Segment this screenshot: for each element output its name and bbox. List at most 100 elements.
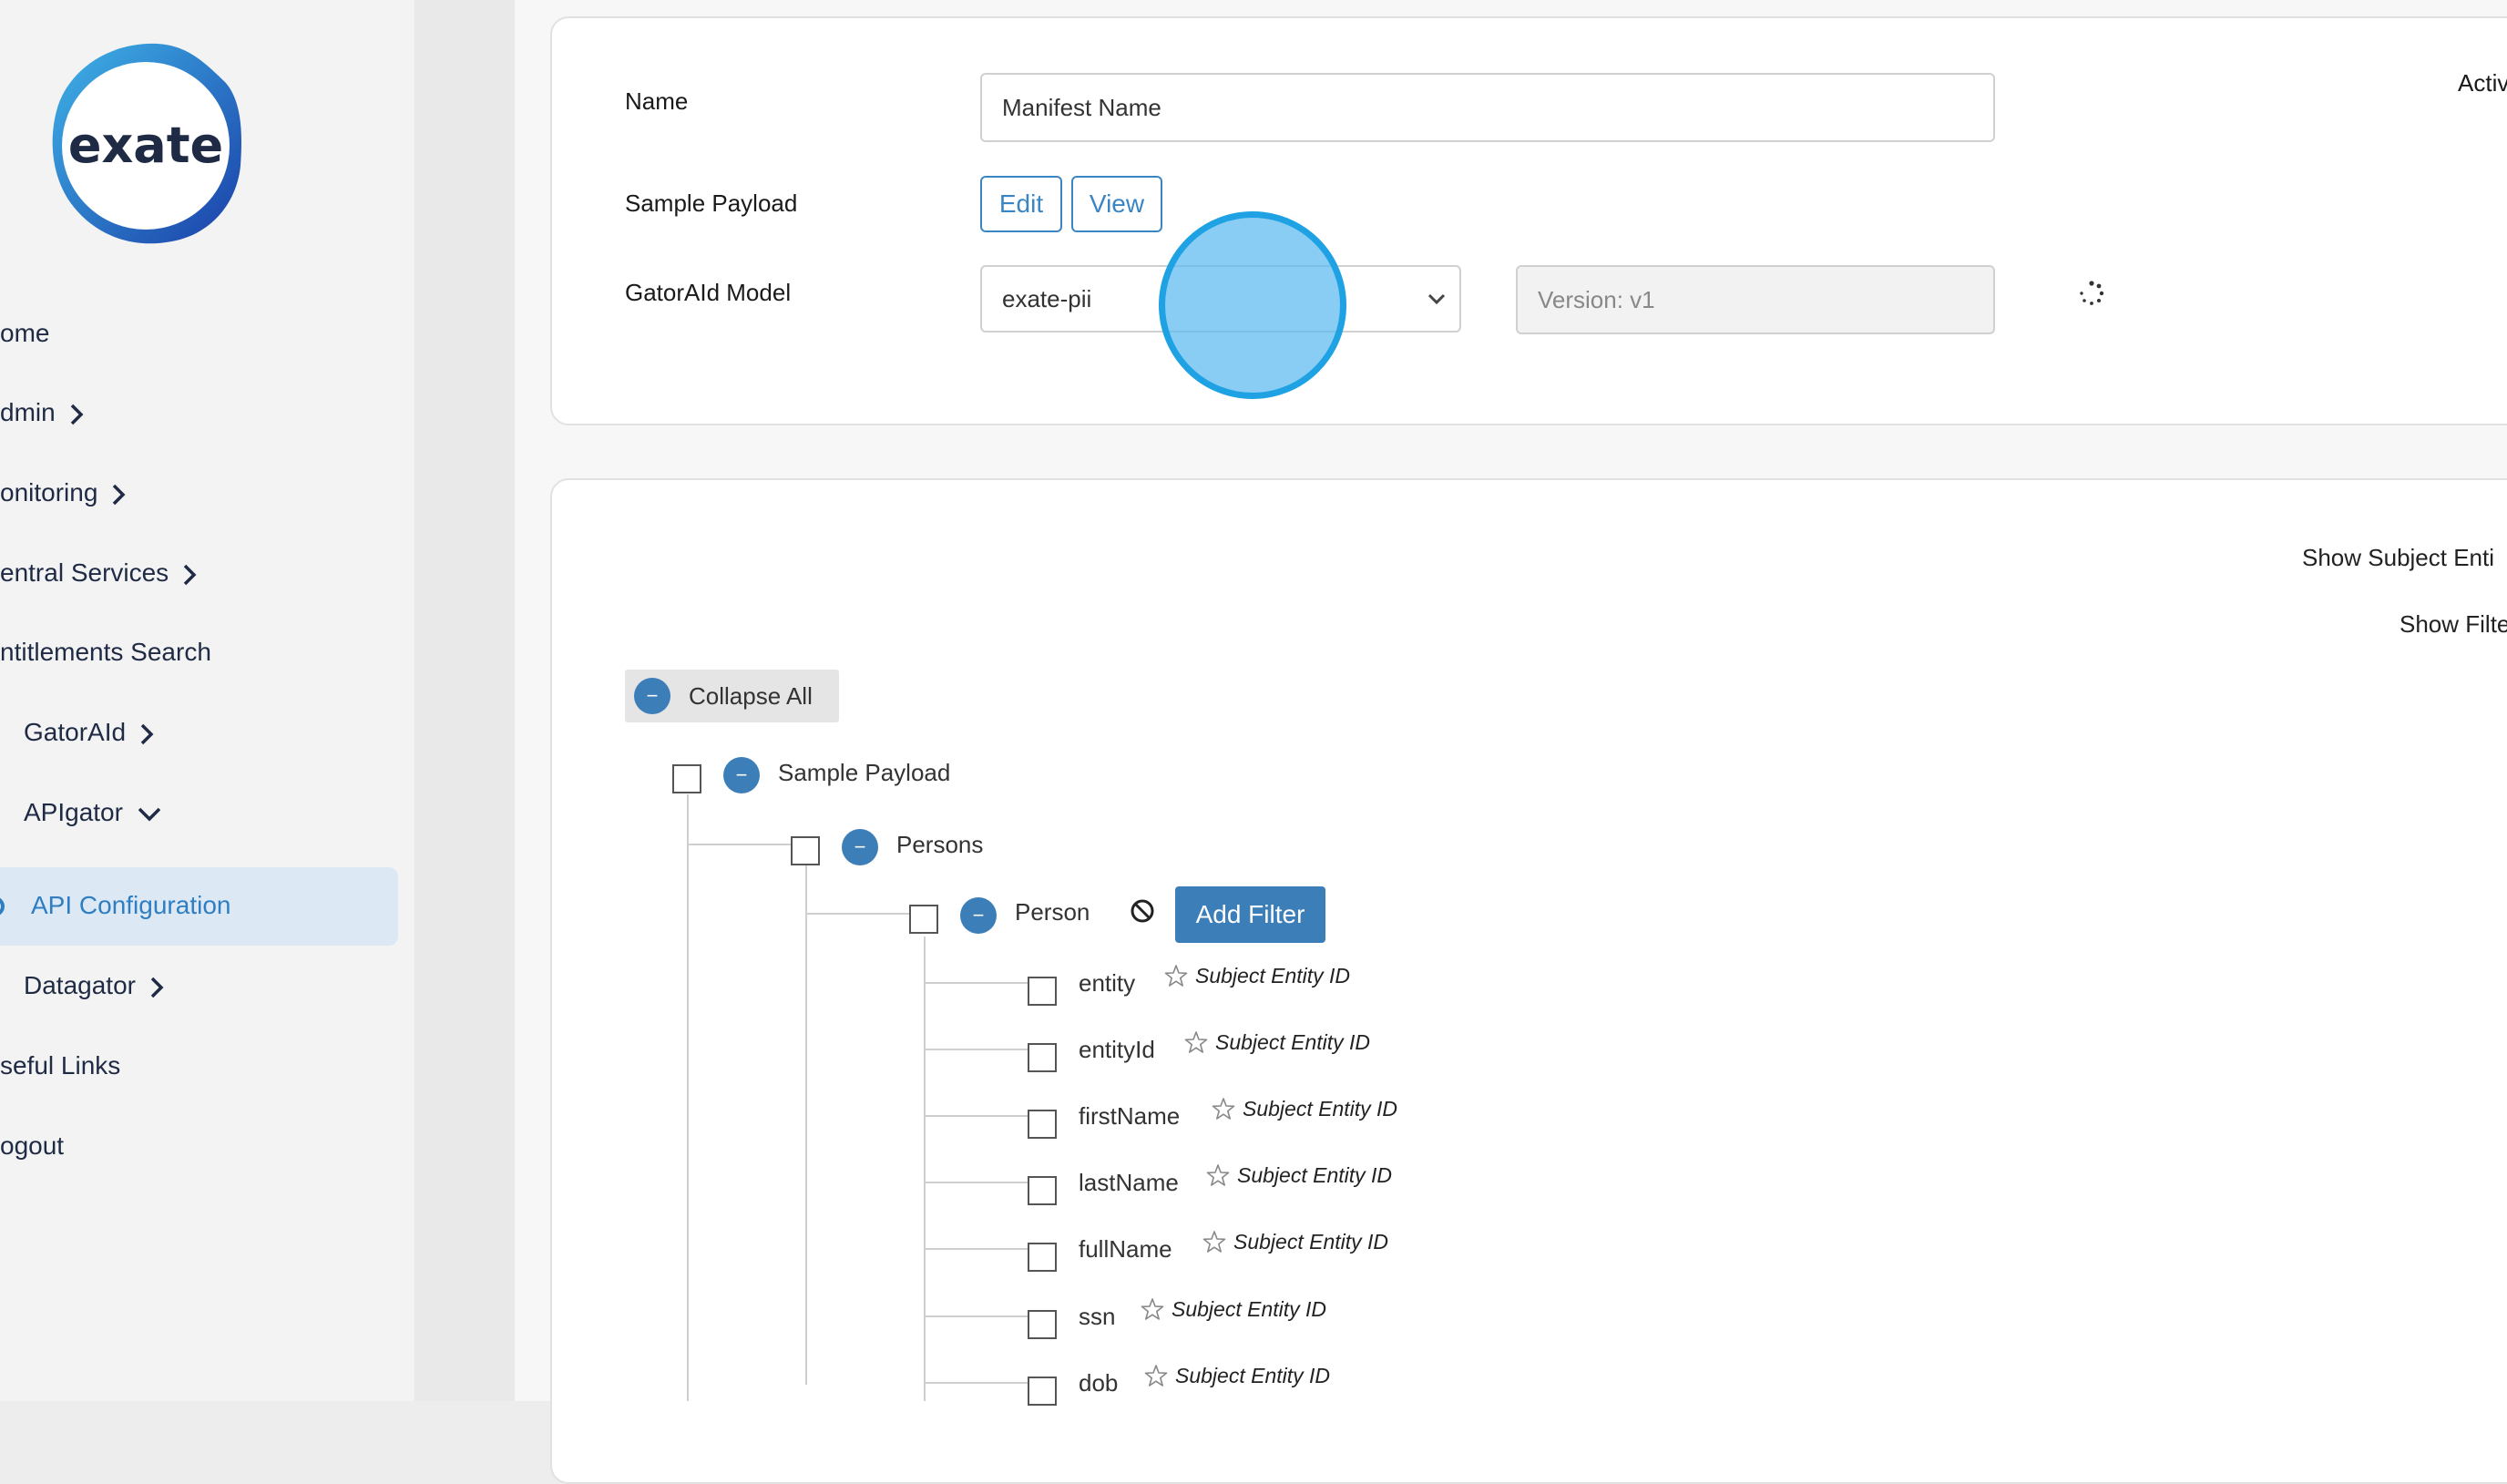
field-checkbox[interactable] xyxy=(1028,1310,1057,1339)
tree-node-field: lastName xyxy=(1079,1169,1179,1196)
field-checkbox[interactable] xyxy=(1028,1043,1057,1072)
chevron-right-icon xyxy=(183,564,197,585)
chevron-right-icon xyxy=(113,484,126,505)
chevron-right-icon xyxy=(150,977,164,998)
chevron-right-icon xyxy=(140,723,154,744)
subject-entity-id-tag: Subject Entity ID xyxy=(1233,1230,1389,1254)
sidebar-item-entitlements-search[interactable]: ntitlements Search xyxy=(0,638,211,667)
field-checkbox[interactable] xyxy=(1028,1110,1057,1139)
tree-node-field: entityId xyxy=(1079,1036,1155,1063)
star-icon[interactable] xyxy=(1164,964,1188,988)
field-checkbox[interactable] xyxy=(1028,1243,1057,1272)
tree-node-person: Person xyxy=(1015,898,1090,926)
tree-connector xyxy=(924,982,1028,984)
sidebar: exate ome dmin onitoring entral Services… xyxy=(0,0,414,1401)
manifest-name-value: Manifest Name xyxy=(1002,93,1161,121)
chevron-right-icon xyxy=(70,404,84,425)
subject-entity-id-tag: Subject Entity ID xyxy=(1237,1163,1393,1187)
block-icon[interactable] xyxy=(1130,898,1155,924)
add-filter-button[interactable]: Add Filter xyxy=(1175,886,1325,943)
tree-connector xyxy=(924,936,926,1401)
tree-connector xyxy=(805,865,807,1385)
sidebar-item-useful-links[interactable]: seful Links xyxy=(0,1051,120,1080)
sidebar-gutter xyxy=(414,0,515,1401)
manifest-name-input[interactable]: Manifest Name xyxy=(980,73,1995,142)
svg-text:exate: exate xyxy=(68,117,223,174)
sidebar-item-admin[interactable]: dmin xyxy=(0,398,85,427)
subject-entity-id-tag: Subject Entity ID xyxy=(1215,1030,1371,1054)
sidebar-item-label: ome xyxy=(0,319,50,347)
tree-connector xyxy=(924,1248,1028,1250)
sample-payload-label: Sample Payload xyxy=(625,189,798,217)
subject-entity-id-tag: Subject Entity ID xyxy=(1172,1297,1327,1321)
tree-node-field: entity xyxy=(1079,969,1136,997)
show-filter-toggle[interactable]: Show Filte xyxy=(2400,610,2507,639)
tree-connector xyxy=(805,913,909,915)
star-icon[interactable] xyxy=(1202,1230,1226,1254)
tree-connector xyxy=(687,844,791,845)
chevron-down-icon xyxy=(138,807,161,822)
loading-spinner-icon xyxy=(2080,281,2104,305)
sidebar-item-label: dmin xyxy=(0,398,56,426)
sidebar-item-home[interactable]: ome xyxy=(0,319,49,348)
star-icon[interactable] xyxy=(1206,1163,1230,1187)
collapse-persons-button[interactable]: − xyxy=(842,829,878,865)
sidebar-item-label: APIgator xyxy=(24,798,123,826)
version-placeholder: Version: v1 xyxy=(1538,285,1655,313)
subject-entity-id-tag: Subject Entity ID xyxy=(1243,1097,1398,1121)
collapse-person-button[interactable]: − xyxy=(960,897,997,934)
subject-entity-id-tag: Subject Entity ID xyxy=(1175,1364,1331,1387)
show-subject-entity-toggle[interactable]: Show Subject Enti xyxy=(2302,544,2494,572)
field-checkbox[interactable] xyxy=(1028,1176,1057,1205)
subject-entity-id-tag: Subject Entity ID xyxy=(1195,964,1351,988)
sidebar-item-label: ogout xyxy=(0,1131,65,1160)
sidebar-item-logout[interactable]: ogout xyxy=(0,1131,64,1161)
person-checkbox[interactable] xyxy=(909,905,938,934)
sidebar-item-label: entral Services xyxy=(0,558,169,587)
sidebar-item-label: seful Links xyxy=(0,1051,121,1080)
tree-connector xyxy=(924,1049,1028,1050)
exate-logo: exate xyxy=(52,43,242,244)
model-select-value: exate-pii xyxy=(1002,284,1092,312)
gear-icon xyxy=(0,897,5,916)
tree-node-field: dob xyxy=(1079,1369,1119,1397)
view-button[interactable]: View xyxy=(1071,176,1162,232)
tree-connector xyxy=(687,794,689,1401)
payload-tree-card xyxy=(550,478,2507,1484)
tree-connector xyxy=(924,1382,1028,1384)
sample-payload-checkbox[interactable] xyxy=(672,764,701,793)
sidebar-item-central-services[interactable]: entral Services xyxy=(0,558,198,588)
active-label: Activ xyxy=(2458,69,2507,97)
collapse-sample-payload-button[interactable]: − xyxy=(723,757,760,793)
gatoraid-model-label: GatorAId Model xyxy=(625,279,792,306)
star-icon[interactable] xyxy=(1184,1030,1208,1054)
tree-node-field: ssn xyxy=(1079,1303,1116,1330)
star-icon[interactable] xyxy=(1212,1097,1235,1121)
collapse-all-label: Collapse All xyxy=(689,682,813,710)
chevron-down-icon xyxy=(1427,293,1446,305)
sidebar-item-gatoraid[interactable]: GatorAId xyxy=(24,718,155,747)
sidebar-item-label: Datagator xyxy=(24,971,136,999)
minus-icon: − xyxy=(634,678,670,714)
edit-button[interactable]: Edit xyxy=(980,176,1062,232)
sidebar-item-label: onitoring xyxy=(0,478,98,507)
sidebar-item-api-configuration[interactable]: API Configuration xyxy=(0,867,398,946)
star-icon[interactable] xyxy=(1141,1297,1164,1321)
tree-connector xyxy=(924,1115,1028,1117)
star-icon[interactable] xyxy=(1144,1364,1168,1387)
tree-node-persons: Persons xyxy=(896,831,984,858)
sidebar-item-label: ntitlements Search xyxy=(0,638,211,666)
tree-node-field: fullName xyxy=(1079,1235,1172,1263)
collapse-all-button[interactable]: − Collapse All xyxy=(625,670,839,722)
sidebar-item-label: GatorAId xyxy=(24,718,127,746)
sidebar-item-datagator[interactable]: Datagator xyxy=(24,971,165,1000)
field-checkbox[interactable] xyxy=(1028,1377,1057,1406)
tree-node-field: firstName xyxy=(1079,1102,1181,1130)
field-checkbox[interactable] xyxy=(1028,977,1057,1006)
persons-checkbox[interactable] xyxy=(791,836,820,865)
tree-node-sample-payload: Sample Payload xyxy=(778,759,951,786)
tree-connector xyxy=(924,1315,1028,1317)
sidebar-item-apigator[interactable]: APIgator xyxy=(24,798,163,827)
sidebar-item-label: API Configuration xyxy=(31,891,231,919)
sidebar-item-monitoring[interactable]: onitoring xyxy=(0,478,127,507)
